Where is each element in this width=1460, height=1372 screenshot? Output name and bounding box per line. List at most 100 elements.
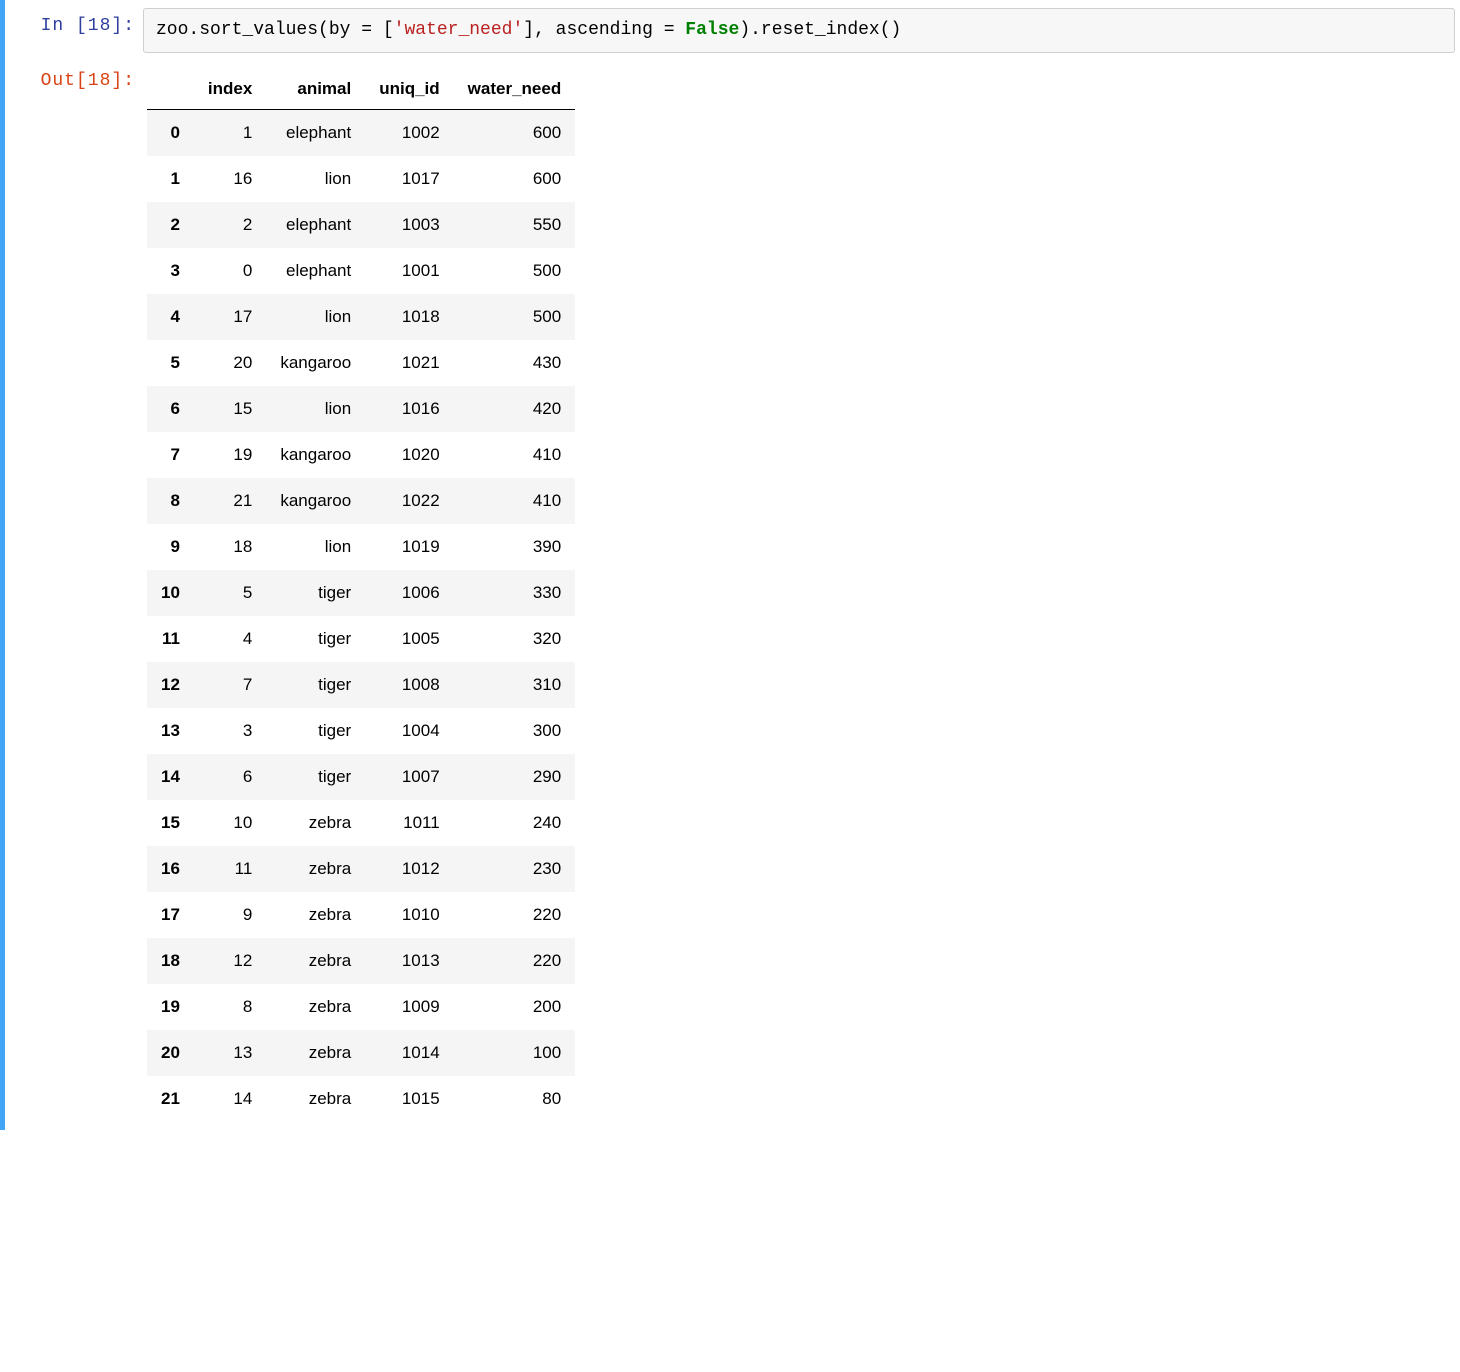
table-row: 918lion1019390 (147, 524, 575, 570)
cell-index: 16 (194, 156, 266, 202)
table-row: 821kangaroo1022410 (147, 478, 575, 524)
cell-animal: lion (266, 156, 365, 202)
cell-index: 9 (194, 892, 266, 938)
cell-uniq_id: 1011 (365, 800, 453, 846)
col-header-water-need: water_need (454, 69, 576, 110)
cell-uniq_id: 1012 (365, 846, 453, 892)
code-token-bool: False (685, 20, 739, 40)
cell-animal: elephant (266, 248, 365, 294)
table-row: 116lion1017600 (147, 156, 575, 202)
row-index: 7 (147, 432, 194, 478)
col-header-index: index (194, 69, 266, 110)
table-row: 146tiger1007290 (147, 754, 575, 800)
cell-index: 10 (194, 800, 266, 846)
cell-water_need: 320 (454, 616, 576, 662)
cell-water_need: 200 (454, 984, 576, 1030)
cell-uniq_id: 1002 (365, 110, 453, 157)
row-index: 6 (147, 386, 194, 432)
code-input[interactable]: zoo.sort_values(by = ['water_need'], asc… (143, 8, 1455, 53)
code-token-string: 'water_need' (394, 20, 524, 40)
cell-water_need: 220 (454, 938, 576, 984)
table-row: 01elephant1002600 (147, 110, 575, 157)
cell-index: 0 (194, 248, 266, 294)
cell-animal: tiger (266, 570, 365, 616)
output-row: Out[18]: index animal uniq_id water_need… (5, 63, 1455, 1122)
cell-animal: zebra (266, 984, 365, 1030)
table-row: 719kangaroo1020410 (147, 432, 575, 478)
cell-uniq_id: 1009 (365, 984, 453, 1030)
table-row: 1510zebra1011240 (147, 800, 575, 846)
cell-index: 15 (194, 386, 266, 432)
table-row: 133tiger1004300 (147, 708, 575, 754)
cell-water_need: 420 (454, 386, 576, 432)
row-index: 0 (147, 110, 194, 157)
row-index: 10 (147, 570, 194, 616)
table-row: 127tiger1008310 (147, 662, 575, 708)
cell-animal: tiger (266, 754, 365, 800)
code-token: zoo.sort_values(by = [ (156, 20, 394, 40)
row-index: 3 (147, 248, 194, 294)
row-index: 2 (147, 202, 194, 248)
input-prompt: In [18]: (5, 8, 143, 40)
table-row: 2013zebra1014100 (147, 1030, 575, 1076)
cell-water_need: 330 (454, 570, 576, 616)
cell-index: 5 (194, 570, 266, 616)
code-token: ], ascending = (523, 20, 685, 40)
row-index: 20 (147, 1030, 194, 1076)
row-index: 15 (147, 800, 194, 846)
cell-uniq_id: 1018 (365, 294, 453, 340)
cell-index: 17 (194, 294, 266, 340)
cell-water_need: 600 (454, 156, 576, 202)
cell-water_need: 310 (454, 662, 576, 708)
cell-animal: zebra (266, 938, 365, 984)
cell-index: 12 (194, 938, 266, 984)
output-prompt: Out[18]: (5, 63, 143, 95)
table-row: 520kangaroo1021430 (147, 340, 575, 386)
row-index: 8 (147, 478, 194, 524)
cell-index: 1 (194, 110, 266, 157)
cell-animal: zebra (266, 846, 365, 892)
row-index: 13 (147, 708, 194, 754)
cell-uniq_id: 1010 (365, 892, 453, 938)
table-row: 417lion1018500 (147, 294, 575, 340)
notebook-cell: In [18]: zoo.sort_values(by = ['water_ne… (0, 0, 1455, 1130)
cell-uniq_id: 1005 (365, 616, 453, 662)
cell-index: 3 (194, 708, 266, 754)
table-row: 30elephant1001500 (147, 248, 575, 294)
col-header-uniq-id: uniq_id (365, 69, 453, 110)
cell-index: 14 (194, 1076, 266, 1122)
cell-uniq_id: 1015 (365, 1076, 453, 1122)
row-index: 11 (147, 616, 194, 662)
row-index: 4 (147, 294, 194, 340)
table-row: 1611zebra1012230 (147, 846, 575, 892)
cell-animal: tiger (266, 662, 365, 708)
dataframe-table: index animal uniq_id water_need 01elepha… (147, 69, 575, 1122)
cell-water_need: 410 (454, 432, 576, 478)
cell-water_need: 500 (454, 248, 576, 294)
cell-animal: elephant (266, 110, 365, 157)
row-index: 1 (147, 156, 194, 202)
cell-index: 20 (194, 340, 266, 386)
cell-uniq_id: 1019 (365, 524, 453, 570)
cell-uniq_id: 1016 (365, 386, 453, 432)
cell-water_need: 600 (454, 110, 576, 157)
cell-water_need: 410 (454, 478, 576, 524)
cell-animal: zebra (266, 892, 365, 938)
cell-uniq_id: 1008 (365, 662, 453, 708)
cell-animal: tiger (266, 708, 365, 754)
cell-index: 8 (194, 984, 266, 1030)
code-token: ).reset_index( (739, 20, 890, 40)
cell-index: 11 (194, 846, 266, 892)
cell-water_need: 300 (454, 708, 576, 754)
table-row: 1812zebra1013220 (147, 938, 575, 984)
cell-uniq_id: 1017 (365, 156, 453, 202)
cell-animal: lion (266, 524, 365, 570)
table-row: 198zebra1009200 (147, 984, 575, 1030)
cell-uniq_id: 1022 (365, 478, 453, 524)
row-index: 12 (147, 662, 194, 708)
cell-uniq_id: 1007 (365, 754, 453, 800)
cell-water_need: 240 (454, 800, 576, 846)
table-row: 114tiger1005320 (147, 616, 575, 662)
cell-animal: zebra (266, 1030, 365, 1076)
cell-index: 4 (194, 616, 266, 662)
